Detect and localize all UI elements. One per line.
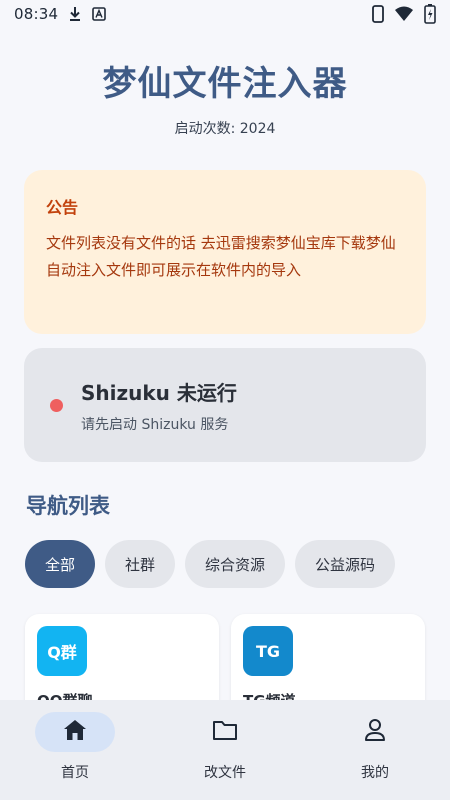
tg-channel-badge-icon: TG [243, 626, 293, 676]
category-chips: 全部 社群 综合资源 公益源码 [25, 540, 396, 588]
nav-item-profile[interactable]: 我的 [315, 712, 435, 782]
nav-list-heading: 导航列表 [26, 494, 110, 518]
nav-label-profile: 我的 [361, 765, 389, 781]
nav-label-edit-file: 改文件 [204, 765, 246, 781]
status-time: 08:34 [14, 5, 59, 23]
chip-community[interactable]: 社群 [105, 540, 176, 588]
qq-group-badge-icon: Q群 [37, 626, 87, 676]
status-bar-left: 08:34 [14, 5, 107, 23]
nav-label-home: 首页 [61, 765, 89, 781]
bottom-navigation: 首页 改文件 我的 [0, 700, 450, 800]
phone-icon [372, 5, 384, 23]
launch-count: 启动次数: 2024 [174, 121, 276, 137]
folder-icon [212, 719, 238, 745]
battery-icon [424, 4, 436, 24]
person-icon-wrap [335, 712, 415, 752]
shizuku-subtitle: 请先启动 Shizuku 服务 [81, 416, 229, 433]
nav-item-home[interactable]: 首页 [15, 712, 135, 782]
status-dot-icon [50, 398, 63, 412]
status-bar-right [372, 4, 436, 24]
chip-resources[interactable]: 综合资源 [185, 540, 286, 588]
chip-open-source[interactable]: 公益源码 [295, 540, 396, 588]
status-bar: 08:34 [0, 0, 450, 28]
download-icon [68, 6, 82, 22]
shizuku-status-card[interactable]: Shizuku 未运行 请先启动 Shizuku 服务 [24, 348, 426, 462]
home-icon [63, 719, 87, 745]
home-icon-wrap [35, 712, 115, 752]
notice-body: 文件列表没有文件的话 去迅雷搜索梦仙宝库下载梦仙自动注入文件即可展示在软件内的导… [46, 234, 396, 279]
notice-title: 公告 [46, 198, 79, 217]
chip-all[interactable]: 全部 [25, 540, 96, 588]
accessibility-text-icon [92, 7, 107, 21]
notice-card: 公告 文件列表没有文件的话 去迅雷搜索梦仙宝库下载梦仙自动注入文件即可展示在软件… [24, 170, 426, 334]
shizuku-title: Shizuku 未运行 [81, 380, 237, 405]
person-icon [364, 718, 386, 746]
wifi-icon [394, 6, 414, 22]
folder-icon-wrap [185, 712, 265, 752]
nav-item-edit-file[interactable]: 改文件 [165, 712, 285, 782]
shizuku-text: Shizuku 未运行 请先启动 Shizuku 服务 [81, 377, 237, 434]
app-title: 梦仙文件注入器 [102, 64, 348, 104]
